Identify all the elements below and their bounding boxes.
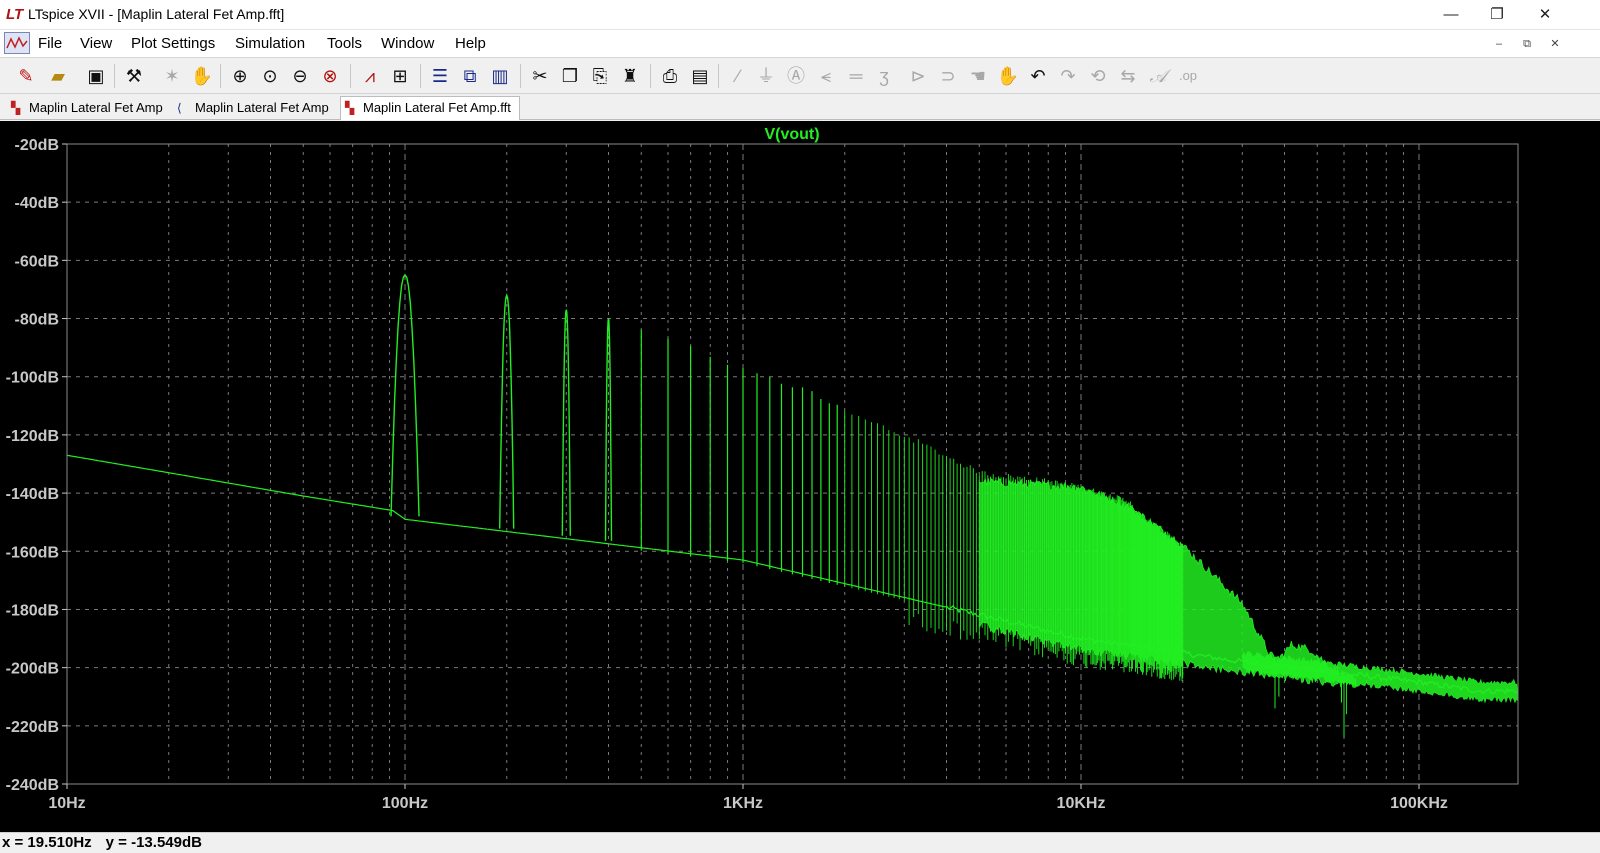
- tile-horizontal-icon[interactable]: ☰: [426, 62, 454, 90]
- open-folder-icon[interactable]: ▰: [44, 62, 72, 90]
- component-icon[interactable]: ⊃: [934, 62, 962, 90]
- move-icon[interactable]: ☚: [964, 62, 992, 90]
- waveform-icon: ▚: [345, 101, 355, 115]
- zoom-area-icon[interactable]: ⊕: [226, 62, 254, 90]
- y-tick-label: -160dB: [6, 544, 59, 561]
- tab-bar: ▚ Maplin Lateral Fet Amp ⟨ Maplin Latera…: [0, 94, 1600, 120]
- title-bar: LT LTspice XVII - [Maplin Lateral Fet Am…: [0, 0, 1600, 30]
- menu-window[interactable]: Window: [381, 35, 434, 52]
- autorange-icon[interactable]: ⩘: [356, 62, 384, 90]
- y-tick-label: -240dB: [6, 777, 59, 794]
- noise-tail: [1241, 651, 1519, 704]
- open-new-icon[interactable]: ✎: [12, 62, 40, 90]
- print-icon[interactable]: ⎙: [656, 62, 684, 90]
- x-tick-label: 100KHz: [1390, 795, 1448, 812]
- x-tick-label: 10Hz: [48, 795, 85, 812]
- trace-title[interactable]: V(vout): [764, 126, 819, 143]
- close-button[interactable]: ✕: [1522, 0, 1568, 30]
- find-icon[interactable]: ♜: [616, 62, 644, 90]
- y-tick-label: -100dB: [6, 370, 59, 387]
- tab-label: Maplin Lateral Fet Amp: [195, 100, 329, 115]
- save-icon[interactable]: ▣: [82, 62, 110, 90]
- y-tick-label: -60dB: [15, 253, 59, 270]
- x-tick-label: 1KHz: [723, 795, 763, 812]
- cascade-icon[interactable]: ⧉: [456, 62, 484, 90]
- mirror-icon[interactable]: ⇆: [1114, 62, 1142, 90]
- label-icon[interactable]: Ⓐ: [782, 62, 810, 90]
- x-axis-labels: 10Hz 100Hz 1KHz 10KHz 100KHz: [48, 784, 1448, 812]
- minimize-button[interactable]: —: [1428, 0, 1474, 30]
- zoom-full-icon[interactable]: ⊗: [316, 62, 344, 90]
- status-bar: x = 19.510Hz y = -13.549dB: [0, 832, 1600, 853]
- harmonic-peak: [561, 309, 571, 536]
- fft-plot[interactable]: V(vout) -20dB -40dB -60dB -80dB -100dB -120dB…: [0, 121, 1600, 832]
- y-tick-label: -200dB: [6, 661, 59, 678]
- menu-file[interactable]: File: [38, 35, 62, 52]
- menu-tools[interactable]: Tools: [327, 35, 362, 52]
- paste-icon[interactable]: ⎘: [586, 62, 614, 90]
- menu-plot-settings[interactable]: Plot Settings: [131, 35, 215, 52]
- control-panel-icon[interactable]: ⚒: [120, 62, 148, 90]
- zoom-in-icon[interactable]: ⊙: [256, 62, 284, 90]
- window-title: LTspice XVII - [Maplin Lateral Fet Amp.f…: [28, 6, 285, 22]
- y-tick-label: -220dB: [6, 719, 59, 736]
- y-tick-label: -40dB: [15, 195, 59, 212]
- harmonic-peak: [604, 318, 613, 541]
- halt-icon[interactable]: ✋: [188, 62, 216, 90]
- tile-vertical-icon[interactable]: ▥: [486, 62, 514, 90]
- plot-pane[interactable]: V(vout) -20dB -40dB -60dB -80dB -100dB -120dB…: [0, 121, 1600, 832]
- text-icon[interactable]: 𝒜: [1144, 62, 1172, 90]
- diode-icon[interactable]: ⊳: [904, 62, 932, 90]
- ground-icon[interactable]: ⏚: [752, 62, 780, 90]
- tab-label: Maplin Lateral Fet Amp: [29, 100, 163, 115]
- menu-simulation[interactable]: Simulation: [235, 35, 305, 52]
- resistor-icon[interactable]: ⪪: [812, 62, 840, 90]
- x-tick-label: 10KHz: [1057, 795, 1106, 812]
- tab-waveform-1[interactable]: ▚ Maplin Lateral Fet Amp: [6, 96, 172, 120]
- schematic-icon: ⟨: [177, 101, 182, 115]
- drag-icon[interactable]: ✋: [994, 62, 1022, 90]
- mdi-restore-button[interactable]: ⧉: [1516, 34, 1538, 54]
- intermod-band: [978, 477, 1357, 688]
- y-tick-label: -20dB: [15, 137, 59, 154]
- cursor-x-readout: x = 19.510Hz: [2, 834, 92, 851]
- tab-schematic[interactable]: ⟨ Maplin Lateral Fet Amp: [172, 96, 338, 120]
- menu-bar: File View Plot Settings Simulation Tools…: [0, 30, 1600, 58]
- ltspice-logo-icon: LT: [6, 6, 24, 23]
- y-tick-label: -120dB: [6, 428, 59, 445]
- mdi-close-button[interactable]: ✕: [1544, 34, 1566, 54]
- rotate-icon[interactable]: ⟲: [1084, 62, 1112, 90]
- mdi-minimize-button[interactable]: ‒: [1488, 34, 1510, 54]
- tab-label: Maplin Lateral Fet Amp.fft: [363, 100, 511, 115]
- maximize-button[interactable]: ❐: [1474, 0, 1520, 30]
- y-tick-label: -140dB: [6, 486, 59, 503]
- inductor-icon[interactable]: ʒ: [870, 62, 898, 90]
- run-icon[interactable]: ✶: [158, 62, 186, 90]
- zoom-out-icon[interactable]: ⊖: [286, 62, 314, 90]
- menu-help[interactable]: Help: [455, 35, 486, 52]
- wire-icon[interactable]: ∕: [724, 62, 752, 90]
- cursor-y-readout: y = -13.549dB: [105, 834, 202, 851]
- document-waveform-icon[interactable]: [4, 32, 30, 54]
- y-axis-labels: -20dB -40dB -60dB -80dB -100dB -120dB -140dB -1…: [6, 137, 67, 794]
- tab-fft[interactable]: ▚ Maplin Lateral Fet Amp.fft: [340, 96, 520, 120]
- y-tick-label: -180dB: [6, 602, 59, 619]
- x-tick-label: 100Hz: [382, 795, 428, 812]
- print-setup-icon[interactable]: ▤: [686, 62, 714, 90]
- redo-icon[interactable]: ↷: [1054, 62, 1082, 90]
- y-tick-label: -80dB: [15, 312, 59, 329]
- menu-view[interactable]: View: [80, 35, 112, 52]
- copy-icon[interactable]: ❐: [556, 62, 584, 90]
- spice-directive-icon[interactable]: .op: [1174, 62, 1202, 90]
- capacitor-icon[interactable]: ═: [842, 62, 870, 90]
- toolbar: ✎ ▰ ▣ ⚒ ✶ ✋ ⊕ ⊙ ⊖ ⊗ ⩘ ⊞ ☰ ⧉ ▥ ✂ ❐ ⎘ ♜ ⎙ …: [0, 58, 1600, 94]
- undo-icon[interactable]: ↶: [1024, 62, 1052, 90]
- cut-icon[interactable]: ✂: [526, 62, 554, 90]
- waveform-icon: ▚: [11, 101, 21, 115]
- cursor-icon[interactable]: ⊞: [386, 62, 414, 90]
